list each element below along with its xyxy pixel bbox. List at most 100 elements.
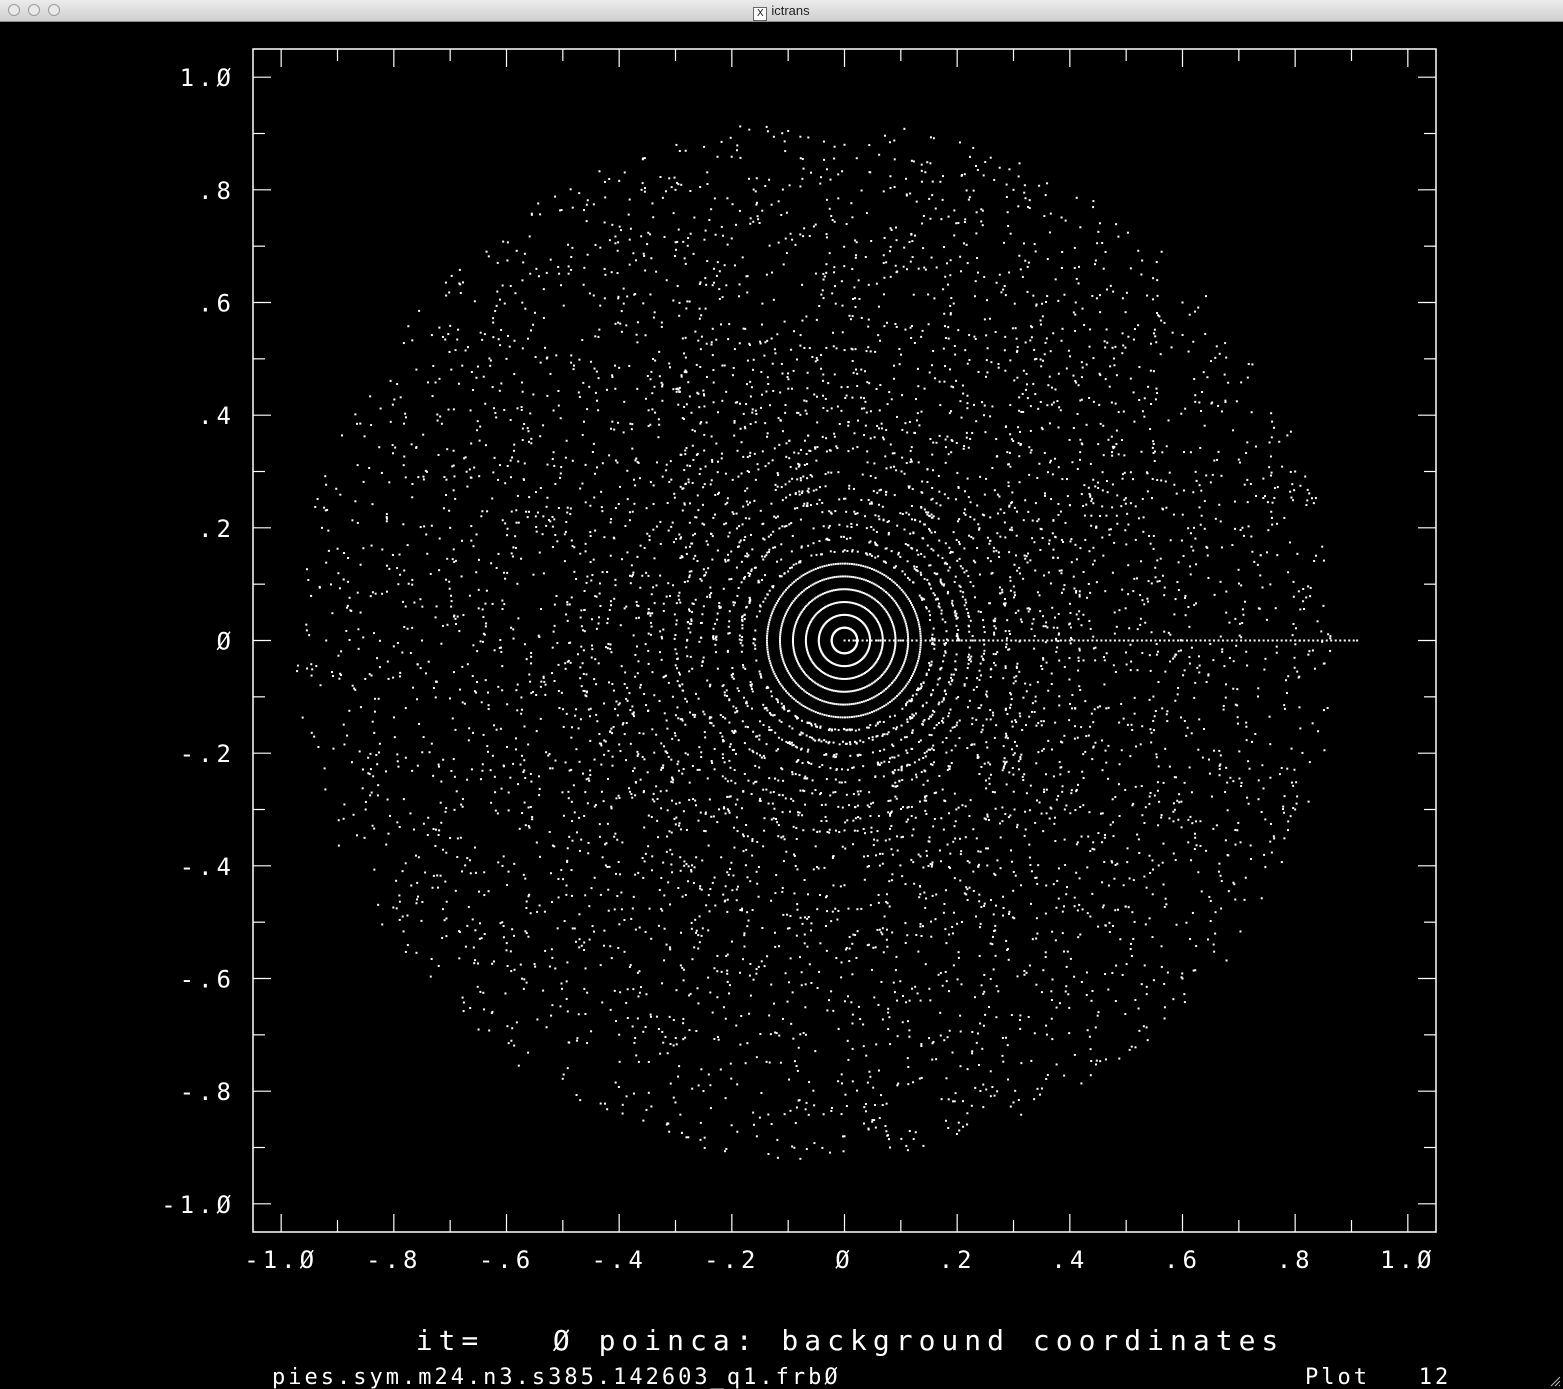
poincare-point [981,401,984,404]
poincare-point [595,370,598,373]
poincare-point [580,609,583,612]
poincare-point [637,660,640,663]
poincare-point [516,494,519,497]
poincare-point [777,835,780,838]
poincare-point [911,694,914,697]
poincare-point [690,921,693,924]
poincare-point [933,792,936,795]
poincare-point [731,749,734,752]
poincare-point [846,690,849,693]
poincare-point [614,872,617,875]
poincare-point [783,664,786,667]
poincare-point [611,764,614,767]
poincare-point [540,680,543,683]
poincare-point [694,799,697,802]
poincare-point [597,377,600,380]
poincare-point [778,443,781,446]
poincare-point [816,987,819,990]
poincare-point [961,804,964,807]
poincare-point [1015,744,1018,747]
poincare-point [628,790,631,793]
poincare-point [878,693,881,696]
poincare-point [819,712,822,715]
poincare-point [915,664,918,667]
poincare-point [1009,404,1012,407]
poincare-point [1088,396,1091,399]
poincare-point [1005,643,1008,646]
poincare-point [915,565,918,568]
poincare-point [562,708,565,711]
poincare-point [892,772,895,775]
poincare-point [1001,591,1004,594]
poincare-point [548,830,551,833]
poincare-point [777,779,780,782]
poincare-point [948,712,951,715]
poincare-point [877,893,880,896]
poincare-point [767,382,770,385]
poincare-point [688,521,691,524]
poincare-point [944,337,947,340]
poincare-point [1073,905,1076,908]
poincare-point [891,853,894,856]
poincare-point [731,478,734,481]
poincare-point [856,702,859,705]
poincare-point [918,424,921,427]
poincare-point [882,720,885,723]
poincare-point [860,368,863,371]
poincare-point [484,602,487,605]
poincare-point [742,835,745,838]
poincare-point [1080,398,1083,401]
poincare-point [1024,388,1027,391]
poincare-point [686,655,689,658]
poincare-point [717,460,720,463]
poincare-point [912,532,915,535]
poincare-point [964,836,967,839]
poincare-point [1077,384,1080,387]
poincare-point [779,641,782,644]
poincare-point [684,723,687,726]
poincare-point [1031,938,1034,941]
poincare-point [1097,486,1100,489]
poincare-point [812,489,815,492]
poincare-point [489,769,492,772]
poincare-point [692,713,695,716]
poincare-point [1020,620,1023,623]
poincare-point [609,600,612,603]
poincare-point [878,864,881,867]
poincare-point [972,559,975,562]
poincare-point [938,490,941,493]
poincare-point [515,748,518,751]
poincare-point [466,663,469,666]
poincare-point [603,929,606,932]
poincare-point [796,617,799,620]
poincare-point [1079,688,1082,691]
poincare-point [838,690,841,693]
poincare-point [1019,884,1022,887]
poincare-point [774,604,777,607]
poincare-point [1089,725,1092,728]
poincare-point [663,959,666,962]
poincare-point [658,423,661,426]
poincare-point [883,704,886,707]
poincare-point [994,807,997,810]
poincare-point [967,575,970,578]
poincare-point [683,860,686,863]
poincare-point [893,452,896,455]
poincare-point [1044,494,1047,497]
poincare-point [722,715,725,718]
poincare-point [969,501,972,504]
poincare-point [544,683,547,686]
poincare-point [526,516,529,519]
poincare-point [942,288,945,291]
poincare-point [1050,748,1053,751]
poincare-point [830,990,833,993]
poincare-point [673,637,676,640]
poincare-point [515,509,518,512]
poincare-point [702,605,705,608]
poincare-point [553,624,556,627]
poincare-point [985,741,988,744]
poincare-point [972,828,975,831]
poincare-point [675,390,678,393]
poincare-point [783,616,786,619]
poincare-point [1132,590,1135,593]
